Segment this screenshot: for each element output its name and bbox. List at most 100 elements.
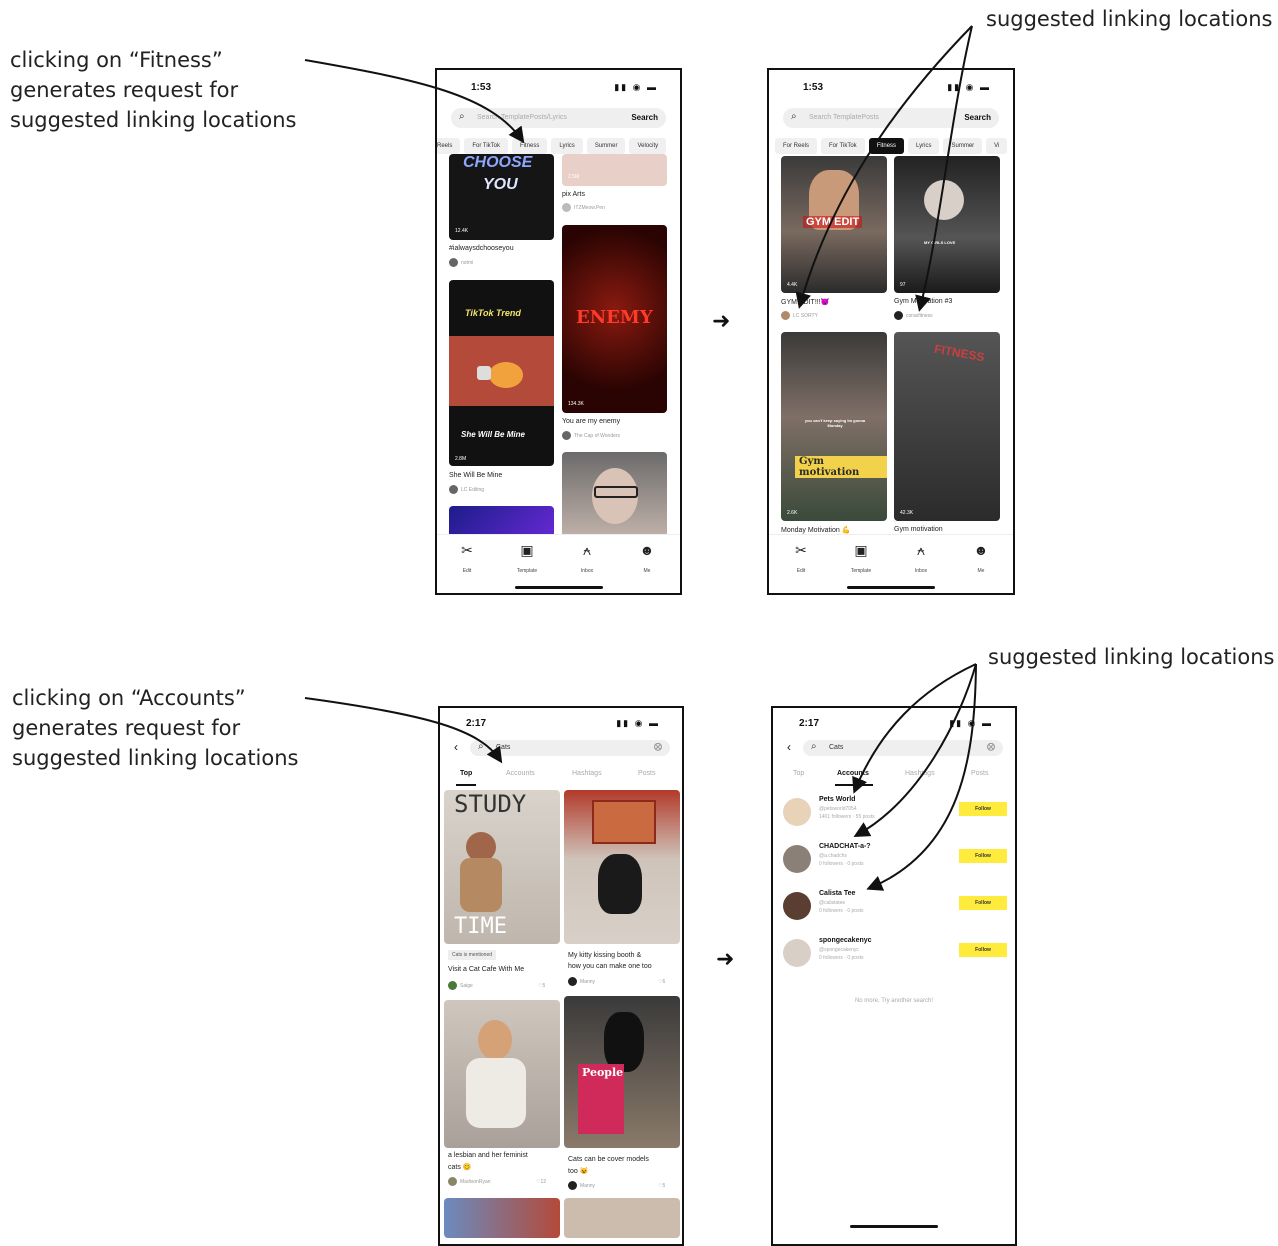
search-input[interactable]: ⌕ Search TemplatePosts Search: [783, 108, 999, 128]
tab-me[interactable]: ☻ Me: [961, 541, 1001, 577]
tab-me[interactable]: ☻ Me: [627, 541, 667, 577]
tab-accounts[interactable]: Accounts: [837, 770, 869, 777]
clock: 1:53: [803, 82, 824, 93]
signal-wifi-battery-icon: ▮▮ ◉ ▬: [949, 718, 993, 728]
mention-badge: Cats is mentioned: [448, 950, 497, 960]
avatar: [781, 311, 790, 320]
avatar: [894, 311, 903, 320]
chip-reels[interactable]: Reels: [437, 138, 461, 154]
tile-stat: 42.3K: [900, 510, 914, 516]
back-icon[interactable]: ‹: [787, 740, 791, 754]
post-tile[interactable]: [444, 1198, 560, 1238]
scissors-icon: ✂: [795, 542, 807, 558]
template-tile[interactable]: 2.5M: [562, 154, 667, 186]
post-user: MadisonRyan: [460, 1179, 491, 1185]
tab-inbox[interactable]: ⍲ Inbox: [567, 541, 607, 577]
person-icon: ☻: [639, 542, 655, 558]
bell-icon: ⍲: [582, 542, 592, 558]
template-tile[interactable]: MY GIRLS LOVE 97: [894, 156, 1000, 293]
avatar: [449, 485, 458, 494]
template-tile[interactable]: ENEMY 134.3K: [562, 225, 667, 413]
search-placeholder: Search TemplatePosts: [809, 114, 879, 121]
post-tile[interactable]: [444, 1000, 560, 1148]
tile-caption: She Will Be Mine: [449, 472, 503, 479]
tab-label: Me: [643, 568, 651, 574]
search-button[interactable]: Search: [631, 113, 658, 122]
avatar: [449, 258, 458, 267]
follow-button[interactable]: Follow: [959, 849, 1007, 863]
chip-for-tiktok[interactable]: For TikTok: [821, 138, 865, 154]
like-count: 5: [662, 1183, 666, 1189]
chip-velocity[interactable]: Velocity: [629, 138, 667, 154]
search-input[interactable]: ⌕ Cats ⨂: [803, 740, 1003, 756]
tile-overlay-text: YOU: [483, 176, 518, 193]
tab-template[interactable]: ▣ Template: [841, 541, 881, 577]
tab-hashtags[interactable]: Hashtags: [572, 770, 602, 777]
account-row[interactable]: spongecakenyc @spongecakenyc 0 followers…: [783, 935, 1007, 979]
tile-caption: You are my enemy: [562, 418, 621, 425]
clear-icon[interactable]: ⨂: [987, 742, 995, 751]
search-icon: ⌕: [478, 741, 484, 752]
search-button[interactable]: Search: [964, 113, 991, 122]
post-tile[interactable]: STUDY TIME: [444, 790, 560, 944]
tab-edit[interactable]: ✂ Edit: [447, 541, 487, 577]
follow-button[interactable]: Follow: [959, 896, 1007, 910]
chip-lyrics[interactable]: Lyrics: [908, 138, 940, 154]
tile-overlay-text: MY GIRLS LOVE: [924, 240, 956, 245]
post-user: Manny: [580, 1183, 596, 1189]
template-tile[interactable]: CHOOSE YOU 12.4K: [449, 154, 554, 240]
chip-more[interactable]: Vi: [986, 138, 1008, 154]
tile-user: The Cap of Wonders: [574, 433, 621, 439]
fitness-click-note: clicking on “Fitness” generates request …: [10, 48, 297, 132]
tab-label: Edit: [796, 568, 806, 574]
tab-top[interactable]: Top: [793, 770, 804, 777]
account-row[interactable]: CHADCHAT-a-? @a.chadchs 0 followers · 0 …: [783, 841, 1007, 885]
back-icon[interactable]: ‹: [454, 740, 458, 754]
tab-posts[interactable]: Posts: [971, 770, 989, 777]
tile-overlay-text: you can't keep saying Im gonna Monday: [804, 418, 866, 428]
tile-caption: Gym Motivation #3: [894, 298, 953, 305]
template-tile[interactable]: GYM EDIT 4.4K: [781, 156, 887, 293]
tab-accounts[interactable]: Accounts: [506, 770, 535, 777]
home-indicator: [847, 586, 935, 589]
no-more-results: No more, Try another search!: [854, 998, 934, 1004]
template-tile[interactable]: FITNESS 42.3K: [894, 332, 1000, 521]
account-row[interactable]: Pets World @petsworld7054 1401 followers…: [783, 794, 1007, 838]
tile-stat: 2.5M: [568, 174, 580, 180]
tile-overlay-text: ENEMY: [576, 307, 653, 328]
post-tile[interactable]: People: [564, 996, 680, 1148]
chip-fitness[interactable]: Fitness: [512, 138, 548, 154]
chip-summer[interactable]: Summer: [586, 138, 626, 154]
post-caption: cats 😊: [448, 1164, 472, 1171]
search-input[interactable]: ⌕ Search TemplatePosts/Lyrics Search: [451, 108, 666, 128]
tab-hashtags[interactable]: Hashtags: [905, 770, 935, 777]
post-tile[interactable]: [564, 790, 680, 944]
tile-overlay-text: She Will Be Mine: [461, 430, 525, 439]
account-row[interactable]: Calista Tee @calistatee 0 followers · 0 …: [783, 888, 1007, 932]
post-caption: Visit a Cat Cafe With Me: [448, 966, 525, 973]
template-tile[interactable]: [562, 452, 667, 546]
chip-summer[interactable]: Summer: [943, 138, 983, 154]
accounts-click-note: clicking on “Accounts” generates request…: [12, 686, 299, 770]
like-count: 6: [662, 979, 666, 985]
template-tile[interactable]: TikTok Trend She Will Be Mine 2.8M: [449, 280, 554, 466]
tab-top[interactable]: Top: [460, 770, 472, 777]
search-tabs: Top Accounts Hashtags Posts: [440, 766, 682, 786]
chip-for-tiktok[interactable]: For TikTok: [464, 138, 509, 154]
follow-button[interactable]: Follow: [959, 802, 1007, 816]
tab-edit[interactable]: ✂ Edit: [781, 541, 821, 577]
tab-posts[interactable]: Posts: [638, 770, 656, 777]
follow-button[interactable]: Follow: [959, 943, 1007, 957]
account-meta: 1401 followers · 55 posts: [819, 814, 875, 820]
template-tile[interactable]: you can't keep saying Im gonna Monday Gy…: [781, 332, 887, 521]
tab-inbox[interactable]: ⍲ Inbox: [901, 541, 941, 577]
chip-lyrics[interactable]: Lyrics: [551, 138, 583, 154]
chip-for-reels[interactable]: For Reels: [775, 138, 818, 154]
search-input[interactable]: ⌕ Cats ⨂: [470, 740, 670, 756]
post-tile[interactable]: [564, 1198, 680, 1238]
tab-template[interactable]: ▣ Template: [507, 541, 547, 577]
chip-fitness[interactable]: Fitness: [868, 138, 905, 154]
tile-user: LC SORTY: [793, 313, 818, 319]
search-query: Cats: [829, 744, 844, 751]
clear-icon[interactable]: ⨂: [654, 742, 662, 751]
